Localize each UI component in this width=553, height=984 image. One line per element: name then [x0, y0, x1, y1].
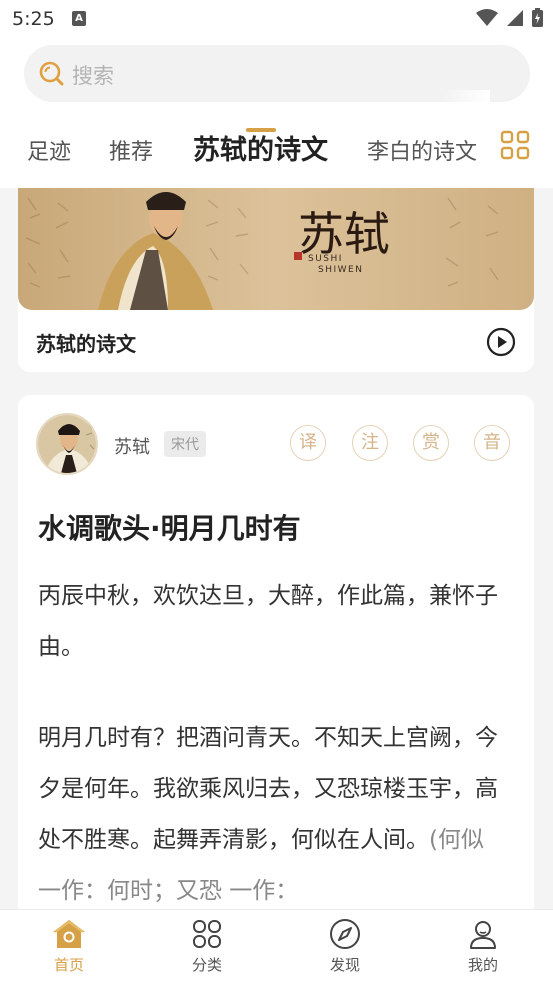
poem-text: 明月几时有？把酒问青天。不知天上宫阙，今夕是何年。我欲乘风归去，又恐琼楼玉宇，高… [38, 713, 514, 917]
notification-a-icon: A [72, 11, 86, 26]
nav-profile-label: 我的 [467, 956, 498, 974]
user-icon [470, 921, 496, 949]
banner-art-subtitle-1: SUSHI [308, 254, 343, 264]
tab-footprints[interactable]: 足迹 [27, 134, 71, 166]
search-placeholder: 搜索 [72, 64, 114, 88]
tab-recommend[interactable]: 推荐 [109, 134, 153, 166]
status-time: 5:25 [12, 8, 55, 30]
tab-libai-poems[interactable]: 李白的诗文 [367, 134, 477, 166]
banner-art-title: 苏轼 [298, 207, 390, 261]
audio-button[interactable]: 音 [474, 425, 510, 461]
battery-icon [532, 8, 543, 27]
tab-fade [440, 90, 490, 130]
status-bar: 5:25 A [0, 0, 553, 38]
nav-home[interactable]: 首页 [34, 918, 104, 975]
wifi-icon [476, 8, 498, 26]
author-avatar[interactable] [36, 413, 98, 475]
signal-icon [507, 9, 523, 26]
nav-category[interactable]: 分类 [172, 918, 242, 975]
poem-content: 丙辰中秋，欢饮达旦，大醉，作此篇，兼怀子由。 明月几时有？把酒问青天。不知天上宫… [38, 571, 514, 917]
poem-card: 苏轼 宋代 译 注 赏 音 水调歌头·明月几时有 丙辰中秋，欢饮达旦，大醉，作此… [18, 395, 534, 984]
translate-button[interactable]: 译 [290, 425, 326, 461]
collection-banner-card[interactable]: 苏轼 SUSHI SHIWEN 苏轼的诗文 [18, 188, 534, 372]
status-icons [476, 8, 543, 27]
home-icon [53, 920, 85, 948]
nav-discover-label: 发现 [329, 956, 360, 974]
nav-category-label: 分类 [191, 956, 222, 974]
banner-art-subtitle-2: SHIWEN [318, 265, 363, 275]
author-name[interactable]: 苏轼 [114, 433, 150, 459]
play-icon[interactable] [486, 327, 516, 357]
nav-profile[interactable]: 我的 [448, 918, 518, 975]
author-portrait-icon [38, 415, 96, 473]
banner-image: 苏轼 SUSHI SHIWEN [18, 188, 534, 310]
active-tab-indicator [246, 128, 276, 132]
tab-sushi-poems[interactable]: 苏轼的诗文 [193, 128, 328, 167]
category-icon [193, 920, 221, 948]
search-icon [39, 61, 64, 86]
annotate-button[interactable]: 注 [352, 425, 388, 461]
poem-title: 水调歌头·明月几时有 [38, 512, 301, 545]
bottom-navigation: 首页 分类 发现 我的 [0, 909, 553, 984]
nav-home-label: 首页 [53, 956, 84, 974]
nav-discover[interactable]: 发现 [310, 918, 380, 975]
banner-title: 苏轼的诗文 [36, 332, 136, 356]
category-grid-icon[interactable] [500, 130, 530, 160]
compass-icon [330, 919, 360, 949]
appreciate-button[interactable]: 赏 [413, 425, 449, 461]
poem-preface: 丙辰中秋，欢饮达旦，大醉，作此篇，兼怀子由。 [38, 583, 498, 660]
tab-bar: 足迹 推荐 苏轼的诗文 李白的诗文 [0, 128, 553, 176]
dynasty-badge: 宋代 [164, 431, 206, 457]
